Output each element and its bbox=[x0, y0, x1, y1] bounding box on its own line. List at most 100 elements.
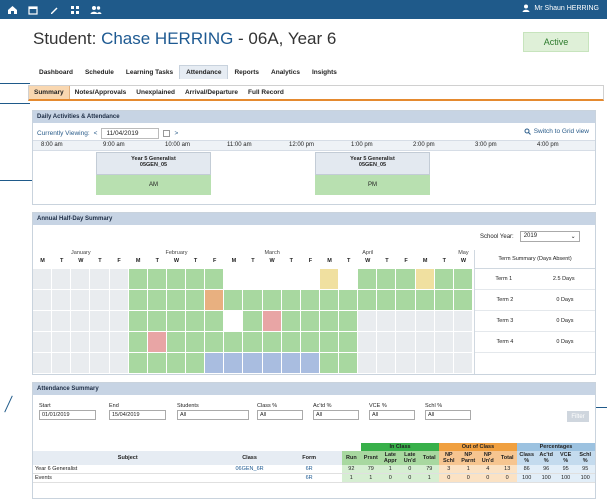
subtab-arrival-departure[interactable]: Arrival/Departure bbox=[180, 86, 243, 99]
schl-pct-select[interactable]: All bbox=[425, 410, 471, 420]
calendar-day-cell[interactable] bbox=[415, 269, 434, 289]
column-header[interactable]: NP Parnt bbox=[458, 451, 478, 465]
calendar-day-cell[interactable] bbox=[300, 353, 319, 373]
calendar-day-cell[interactable] bbox=[396, 290, 415, 310]
calendar-day-cell[interactable] bbox=[243, 311, 262, 331]
calendar-day-cell[interactable] bbox=[147, 290, 166, 310]
pencil-icon[interactable] bbox=[48, 4, 60, 16]
calendar-day-cell[interactable] bbox=[339, 269, 358, 289]
column-header[interactable]: NP Schl bbox=[439, 451, 459, 465]
column-header[interactable]: Schl % bbox=[575, 451, 595, 465]
tab-attendance[interactable]: Attendance bbox=[179, 65, 229, 79]
calendar-day-cell[interactable] bbox=[128, 269, 147, 289]
calendar-day-cell[interactable] bbox=[262, 269, 281, 289]
calendar-day-cell[interactable] bbox=[90, 290, 109, 310]
calendar-day-cell[interactable] bbox=[358, 311, 377, 331]
calendar-day-cell[interactable] bbox=[71, 332, 90, 352]
column-header[interactable]: Total bbox=[497, 451, 517, 465]
calendar-day-cell[interactable] bbox=[377, 269, 396, 289]
table-cell[interactable]: 6R bbox=[277, 465, 342, 474]
calendar-day-cell[interactable] bbox=[281, 353, 300, 373]
calendar-day-cell[interactable] bbox=[90, 311, 109, 331]
calendar-day-cell[interactable] bbox=[224, 353, 243, 373]
column-header[interactable]: VCE % bbox=[555, 451, 576, 465]
calendar-day-cell[interactable] bbox=[300, 311, 319, 331]
calendar-day-cell[interactable] bbox=[319, 269, 339, 289]
table-cell[interactable]: 06GEN_6R bbox=[222, 465, 276, 474]
calendar-day-cell[interactable] bbox=[186, 353, 205, 373]
subtab-unexplained[interactable]: Unexplained bbox=[131, 86, 180, 99]
start-date-input[interactable]: 01/01/2019 bbox=[39, 410, 96, 420]
calendar-day-cell[interactable] bbox=[109, 290, 128, 310]
calendar-day-cell[interactable] bbox=[319, 290, 339, 310]
calendar-day-cell[interactable] bbox=[396, 332, 415, 352]
table-cell[interactable]: 6R bbox=[277, 474, 342, 483]
calendar-day-cell[interactable] bbox=[147, 353, 166, 373]
calendar-day-cell[interactable] bbox=[166, 353, 186, 373]
column-header[interactable]: Ac'td % bbox=[536, 451, 556, 465]
calendar-day-cell[interactable] bbox=[52, 269, 71, 289]
home-icon[interactable] bbox=[6, 4, 18, 16]
switch-grid-link[interactable]: Switch to Grid view bbox=[524, 128, 589, 135]
next-date-button[interactable]: > bbox=[174, 130, 178, 137]
calendar-day-cell[interactable] bbox=[243, 269, 262, 289]
column-header[interactable]: Form bbox=[276, 451, 342, 465]
calendar-day-cell[interactable] bbox=[166, 311, 186, 331]
date-input[interactable]: 11/04/2019 bbox=[101, 128, 160, 139]
calendar-day-cell[interactable] bbox=[52, 290, 71, 310]
users-icon[interactable] bbox=[90, 4, 102, 16]
calendar-day-cell[interactable] bbox=[224, 290, 243, 310]
calendar-day-cell[interactable] bbox=[434, 332, 453, 352]
calendar-day-cell[interactable] bbox=[33, 311, 52, 331]
column-header[interactable]: Run bbox=[341, 451, 362, 465]
calendar-icon[interactable] bbox=[27, 4, 39, 16]
calendar-day-cell[interactable] bbox=[319, 311, 339, 331]
user-menu[interactable]: Mr Shaun HERRING bbox=[522, 4, 599, 12]
calendar-day-cell[interactable] bbox=[319, 332, 339, 352]
column-header[interactable]: Class bbox=[222, 451, 277, 465]
calendar-day-cell[interactable] bbox=[186, 332, 205, 352]
column-header[interactable]: Class % bbox=[516, 451, 537, 465]
calendar-day-cell[interactable] bbox=[358, 353, 377, 373]
end-date-input[interactable]: 15/04/2019 bbox=[109, 410, 166, 420]
calendar-day-cell[interactable] bbox=[358, 269, 377, 289]
filter-button[interactable]: Filter bbox=[567, 411, 589, 422]
calendar-day-cell[interactable] bbox=[90, 332, 109, 352]
calendar-day-cell[interactable] bbox=[166, 290, 186, 310]
table-cell[interactable] bbox=[222, 474, 276, 483]
calendar-day-cell[interactable] bbox=[396, 269, 415, 289]
calendar-day-cell[interactable] bbox=[339, 311, 358, 331]
calendar-day-cell[interactable] bbox=[434, 269, 453, 289]
calendar-day-cell[interactable] bbox=[377, 332, 396, 352]
calendar-day-cell[interactable] bbox=[453, 290, 472, 310]
column-header[interactable]: Late Appr bbox=[380, 451, 401, 465]
calendar-day-cell[interactable] bbox=[262, 290, 281, 310]
calendar-day-cell[interactable] bbox=[377, 311, 396, 331]
calendar-day-cell[interactable] bbox=[166, 332, 186, 352]
calendar-day-cell[interactable] bbox=[109, 353, 128, 373]
pm-class-block[interactable]: Year 5 Generalist 05GEN_05 bbox=[315, 152, 430, 175]
calendar-day-cell[interactable] bbox=[71, 353, 90, 373]
calendar-day-cell[interactable] bbox=[300, 332, 319, 352]
calendar-day-cell[interactable] bbox=[415, 311, 434, 331]
am-class-block[interactable]: Year 5 Generalist 05GEN_05 bbox=[96, 152, 211, 175]
calendar-day-cell[interactable] bbox=[300, 290, 319, 310]
calendar-day-cell[interactable] bbox=[186, 269, 205, 289]
acted-pct-select[interactable]: All bbox=[313, 410, 359, 420]
calendar-day-cell[interactable] bbox=[358, 290, 377, 310]
calendar-day-cell[interactable] bbox=[377, 353, 396, 373]
students-select[interactable]: All bbox=[177, 410, 249, 420]
calendar-day-cell[interactable] bbox=[281, 290, 300, 310]
calendar-day-cell[interactable] bbox=[434, 290, 453, 310]
calendar-day-cell[interactable] bbox=[71, 311, 90, 331]
calendar-day-cell[interactable] bbox=[205, 290, 224, 310]
calendar-day-cell[interactable] bbox=[396, 311, 415, 331]
calendar-day-cell[interactable] bbox=[52, 311, 71, 331]
calendar-day-cell[interactable] bbox=[90, 353, 109, 373]
calendar-day-cell[interactable] bbox=[262, 311, 281, 331]
calendar-day-cell[interactable] bbox=[147, 269, 166, 289]
column-header[interactable]: Subject bbox=[33, 451, 223, 465]
calendar-day-cell[interactable] bbox=[224, 311, 243, 331]
calendar-icon[interactable] bbox=[163, 130, 171, 137]
calendar-day-cell[interactable] bbox=[33, 353, 52, 373]
